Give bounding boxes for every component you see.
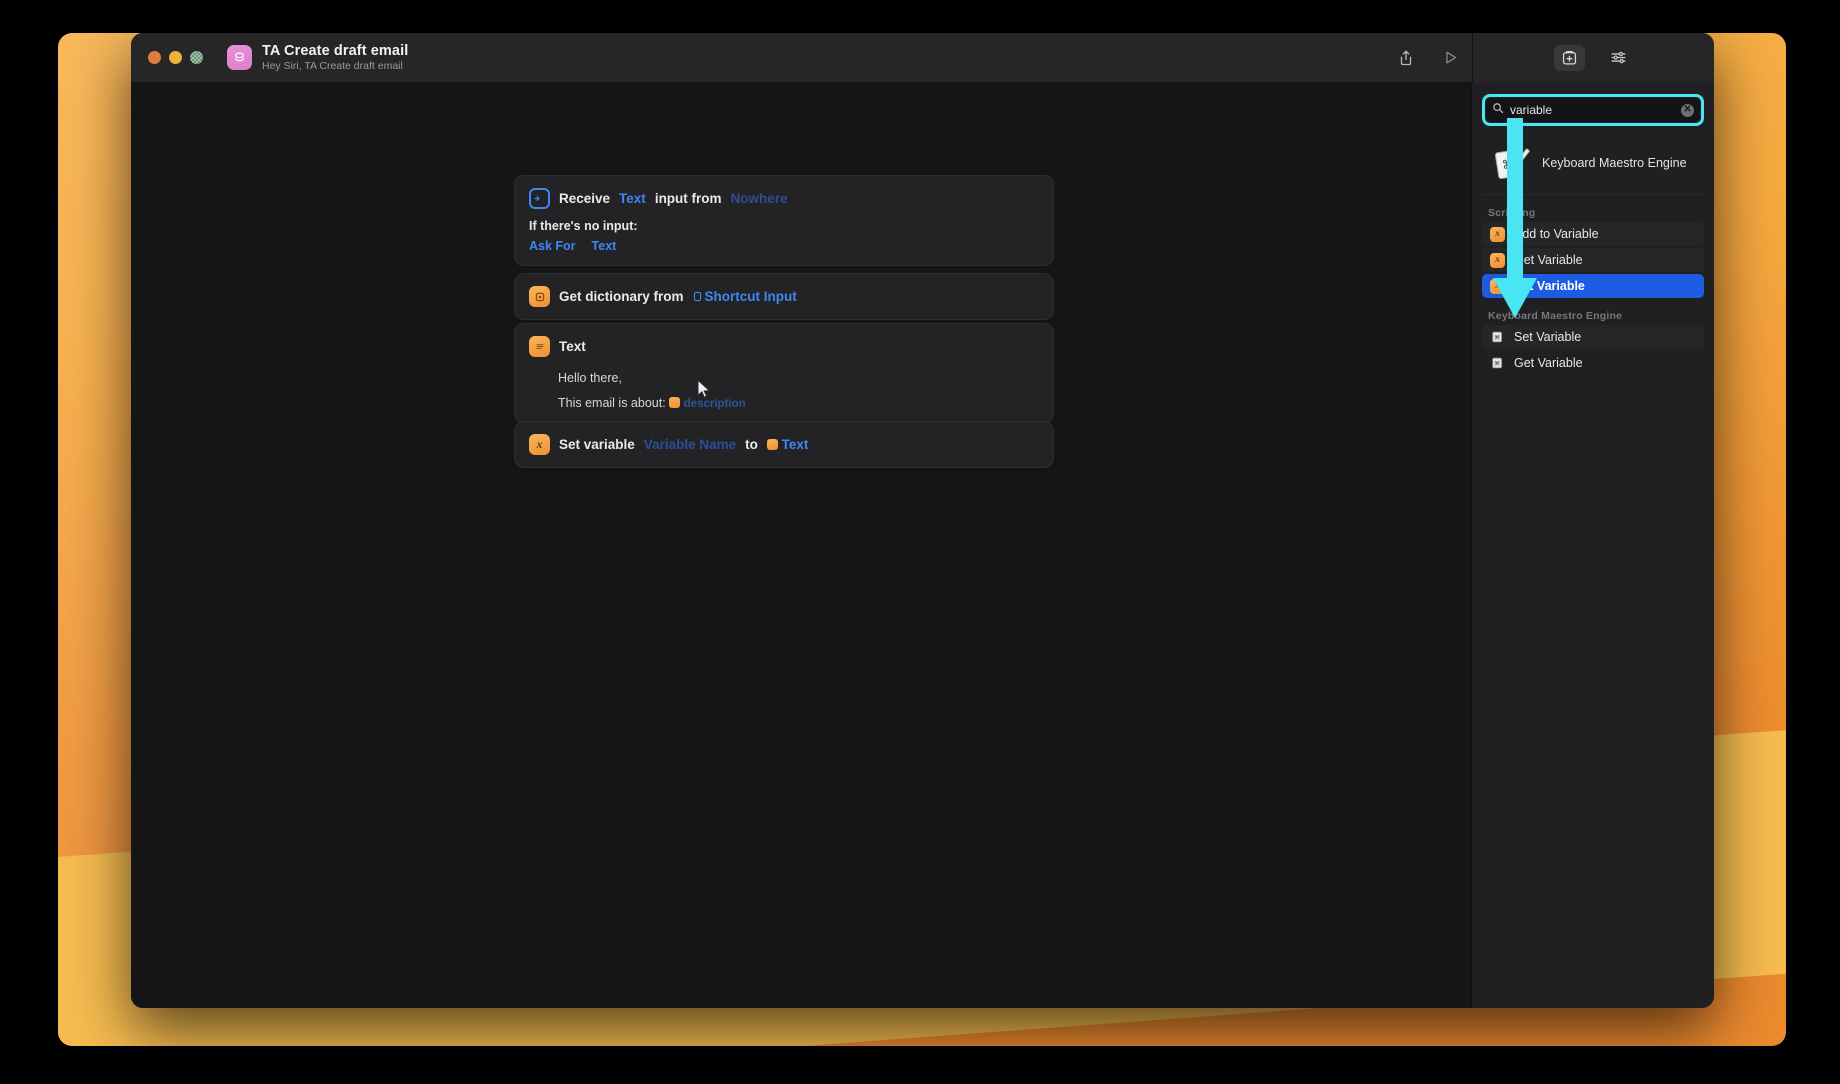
svg-text:⌘: ⌘ <box>1494 361 1500 368</box>
action-title: Text <box>559 339 586 354</box>
window-body: Receive Text input from Nowhere If there… <box>131 83 1714 1008</box>
km-action-icon: ⌘ <box>1490 330 1505 345</box>
shortcuts-window: TA Create draft email Hey Siri, TA Creat… <box>131 33 1714 1008</box>
variable-icon: x <box>1490 252 1505 268</box>
token-shortcut-input[interactable]: Shortcut Input <box>693 289 797 304</box>
token-value[interactable]: Text <box>766 437 808 452</box>
close-button[interactable] <box>148 51 161 64</box>
result-km-get-variable[interactable]: ⌘ Get Variable <box>1482 351 1704 375</box>
app-result-name: Keyboard Maestro Engine <box>1542 156 1687 171</box>
token-variable-name[interactable]: Variable Name <box>644 437 736 452</box>
action-card-text[interactable]: Text Hello there, This email is about: d… <box>514 323 1054 423</box>
action-header: x Set variable Variable Name to Text <box>529 434 1039 455</box>
action-connector-word: to <box>745 437 758 452</box>
clear-icon[interactable]: ✕ <box>1681 103 1694 117</box>
result-add-to-variable[interactable]: x Add to Variable <box>1482 222 1704 246</box>
titlebar-right <box>1384 33 1714 83</box>
result-km-set-variable[interactable]: ⌘ Set Variable <box>1482 325 1704 349</box>
action-header: Get dictionary from Shortcut Input <box>529 286 1039 307</box>
search-icon <box>1492 101 1504 119</box>
keyboard-maestro-engine-icon: ⌘ <box>1488 144 1532 184</box>
text-line-2[interactable]: This email is about: description <box>558 396 1039 410</box>
result-label: Get Variable <box>1514 253 1583 267</box>
search-value[interactable]: variable <box>1510 103 1675 117</box>
action-title: Receive <box>559 191 611 206</box>
zoom-button[interactable] <box>190 51 203 64</box>
group-header-scripting: Scripting <box>1488 207 1536 219</box>
title-block: TA Create draft email Hey Siri, TA Creat… <box>262 43 408 73</box>
search-highlight-ring: variable ✕ <box>1482 94 1704 126</box>
result-label: Set Variable <box>1514 330 1582 344</box>
variable-glyph: x <box>536 437 543 451</box>
shortcut-details-icon[interactable] <box>1603 45 1634 71</box>
action-header: Text <box>529 336 1039 357</box>
link-ask-for-type[interactable]: Text <box>592 239 617 253</box>
result-set-variable[interactable]: x Set Variable <box>1482 274 1704 298</box>
token-input-type[interactable]: Text <box>619 191 646 206</box>
inspector-toolbar <box>1472 33 1714 83</box>
group-header-km: Keyboard Maestro Engine <box>1488 310 1623 322</box>
variable-icon: x <box>1490 226 1505 242</box>
result-label: Add to Variable <box>1514 227 1599 241</box>
action-title: Get dictionary from <box>559 289 684 304</box>
action-card-get-dictionary[interactable]: Get dictionary from Shortcut Input <box>514 273 1054 320</box>
receive-input-icon <box>529 188 550 209</box>
titlebar: TA Create draft email Hey Siri, TA Creat… <box>131 33 1714 83</box>
token-input-source[interactable]: Nowhere <box>731 191 788 206</box>
token-description[interactable]: description <box>684 398 746 410</box>
app-result-keyboard-maestro[interactable]: ⌘ Keyboard Maestro Engine <box>1482 140 1704 195</box>
no-input-label: If there's no input: <box>529 219 638 233</box>
svg-text:⌘: ⌘ <box>1494 335 1500 342</box>
action-card-receive-input[interactable]: Receive Text input from Nowhere If there… <box>514 175 1054 266</box>
minimize-button[interactable] <box>169 51 182 64</box>
action-midtext: input from <box>654 191 722 206</box>
variable-icon: x <box>1490 278 1505 294</box>
share-icon[interactable] <box>1384 33 1428 83</box>
link-ask-for[interactable]: Ask For <box>529 239 576 253</box>
page-subtitle: Hey Siri, TA Create draft email <box>262 60 403 73</box>
result-label: Get Variable <box>1514 356 1583 370</box>
traffic-lights <box>131 51 203 64</box>
result-get-variable[interactable]: x Get Variable <box>1482 248 1704 272</box>
result-label: Set Variable <box>1514 279 1585 293</box>
action-card-set-variable[interactable]: x Set variable Variable Name to Text <box>514 421 1054 468</box>
token-swatch <box>669 397 681 408</box>
shortcuts-app-icon <box>227 45 252 70</box>
action-library-sidebar: variable ✕ ⌘ Keyboard Maestro Engine Scr… <box>1472 83 1714 1008</box>
page-title: TA Create draft email <box>262 42 409 59</box>
text-line-1[interactable]: Hello there, <box>558 371 1039 385</box>
search-input[interactable]: variable ✕ <box>1486 98 1700 122</box>
action-title: Set variable <box>559 437 635 452</box>
run-button[interactable] <box>1428 33 1472 83</box>
token-swatch <box>766 439 778 450</box>
shortcut-canvas[interactable]: Receive Text input from Nowhere If there… <box>131 83 1472 1008</box>
no-input-links: Ask For Text <box>529 239 1039 253</box>
svg-text:⌘: ⌘ <box>1501 156 1515 172</box>
dictionary-icon <box>529 286 550 307</box>
mouse-cursor <box>697 379 711 404</box>
action-library-icon[interactable] <box>1553 44 1585 71</box>
action-header: Receive Text input from Nowhere <box>529 188 1039 209</box>
desktop: TA Create draft email Hey Siri, TA Creat… <box>0 0 1840 1084</box>
text-icon <box>529 336 550 357</box>
variable-icon: x <box>529 434 550 455</box>
km-action-icon: ⌘ <box>1490 356 1505 371</box>
